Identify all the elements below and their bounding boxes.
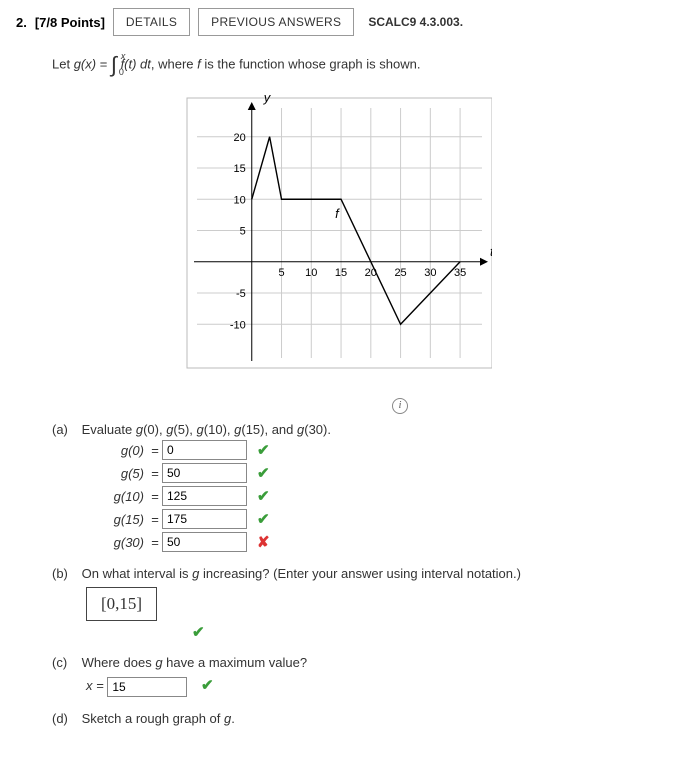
part-b-label: (b) [52, 566, 78, 581]
question-header: 2. [7/8 Points] DETAILS PREVIOUS ANSWERS… [16, 8, 661, 36]
graph-svg: 5101520253035-10-55101520ytf [172, 88, 492, 378]
answer-row: g(30)= ✘ [86, 532, 661, 552]
question-prompt: Let g(x) = ∫x0 f(t) dt, where f is the f… [52, 54, 661, 76]
part-c-label: (c) [52, 655, 78, 670]
check-icon: ✔ [257, 487, 270, 505]
part-a-text: Evaluate g(0), g(5), g(10), g(15), and g… [82, 422, 331, 437]
svg-text:f: f [335, 206, 340, 221]
integral-sign: ∫x0 [111, 54, 117, 76]
integral-lower: 0 [119, 68, 124, 77]
answer-row: g(0)= ✔ [86, 440, 661, 460]
info-icon[interactable]: i [392, 398, 408, 414]
answer-input[interactable] [162, 463, 247, 483]
svg-text:10: 10 [234, 194, 246, 206]
check-icon: ✔ [257, 510, 270, 528]
graph: 5101520253035-10-55101520ytf [172, 88, 661, 378]
svg-text:t: t [490, 244, 492, 259]
svg-text:35: 35 [454, 267, 466, 279]
prompt-pre: Let [52, 56, 74, 71]
part-c-input[interactable] [107, 677, 187, 697]
check-icon: ✔ [192, 624, 205, 641]
prompt-gx: g(x) [74, 56, 96, 71]
svg-text:30: 30 [424, 267, 436, 279]
part-c: (c) Where does g have a maximum value? x… [52, 655, 661, 697]
part-c-text: Where does g have a maximum value? [82, 655, 307, 670]
previous-answers-button[interactable]: PREVIOUS ANSWERS [198, 8, 354, 36]
equals-sign: = [148, 512, 162, 527]
equals-sign: = [148, 443, 162, 458]
question-number: 2. [16, 15, 27, 30]
interval-answer[interactable]: [0,15] [86, 587, 157, 621]
answer-input[interactable] [162, 532, 247, 552]
part-d: (d) Sketch a rough graph of g. [52, 711, 661, 726]
answer-input[interactable] [162, 440, 247, 460]
svg-text:20: 20 [365, 267, 377, 279]
svg-text:5: 5 [278, 267, 284, 279]
check-icon: ✔ [257, 464, 270, 482]
answer-row: g(5)= ✔ [86, 463, 661, 483]
part-b: (b) On what interval is g increasing? (E… [52, 566, 661, 641]
svg-text:15: 15 [335, 267, 347, 279]
answer-row: g(15)= ✔ [86, 509, 661, 529]
answer-lhs: g(5) [86, 466, 148, 481]
equals-sign: = [148, 535, 162, 550]
svg-text:25: 25 [394, 267, 406, 279]
prompt-post: , where f is the function whose graph is… [151, 56, 421, 71]
prompt-eq: = [96, 56, 111, 71]
answer-lhs: g(30) [86, 535, 148, 550]
part-c-lhs: x = [86, 678, 107, 693]
check-icon: ✔ [201, 677, 214, 694]
part-a: (a) Evaluate g(0), g(5), g(10), g(15), a… [52, 422, 661, 552]
svg-text:15: 15 [234, 163, 246, 175]
check-icon: ✔ [257, 441, 270, 459]
textbook-ref: SCALC9 4.3.003. [368, 15, 463, 29]
svg-text:20: 20 [234, 132, 246, 144]
answer-input[interactable] [162, 486, 247, 506]
answer-input[interactable] [162, 509, 247, 529]
integral-upper: x [121, 52, 126, 61]
part-c-answer-row: x = ✔ [86, 676, 661, 697]
svg-text:10: 10 [305, 267, 317, 279]
answer-lhs: g(10) [86, 489, 148, 504]
answer-lhs: g(15) [86, 512, 148, 527]
details-button[interactable]: DETAILS [113, 8, 190, 36]
part-a-label: (a) [52, 422, 78, 437]
svg-text:-5: -5 [236, 288, 246, 300]
cross-icon: ✘ [257, 533, 270, 551]
part-d-text: Sketch a rough graph of g. [82, 711, 235, 726]
answer-lhs: g(0) [86, 443, 148, 458]
part-b-text: On what interval is g increasing? (Enter… [82, 566, 521, 581]
svg-text:5: 5 [240, 226, 246, 238]
svg-text:-10: -10 [230, 319, 246, 331]
answer-row: g(10)= ✔ [86, 486, 661, 506]
equals-sign: = [148, 489, 162, 504]
question-points: [7/8 Points] [35, 15, 105, 30]
part-d-label: (d) [52, 711, 78, 726]
equals-sign: = [148, 466, 162, 481]
